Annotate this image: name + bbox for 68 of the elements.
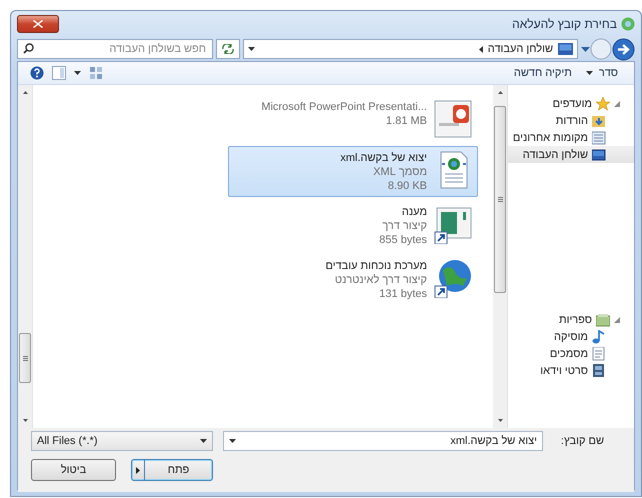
globe-shortcut-icon	[433, 258, 473, 298]
recent-places-icon	[592, 130, 606, 144]
scrollbar[interactable]	[18, 85, 33, 428]
document-icon	[592, 346, 606, 360]
library-icon	[596, 312, 610, 326]
file-name: מענה	[402, 205, 427, 219]
caret-icon	[200, 439, 207, 443]
desktop-icon	[592, 148, 606, 162]
cancel-button[interactable]: ביטול	[31, 459, 116, 481]
file-name: יצוא של בקשה.xml	[340, 151, 427, 165]
expand-arrow-icon[interactable]	[614, 100, 620, 106]
file-type: מסמך XML	[373, 165, 427, 179]
file-name-field[interactable]: יצוא של בקשה.xml	[223, 431, 543, 451]
nav-item[interactable]: מקומות אחרונים	[508, 129, 634, 146]
close-button[interactable]	[17, 15, 59, 33]
views-icon[interactable]	[89, 66, 103, 80]
file-size: 131 bytes	[379, 287, 427, 301]
file-type: קיצור דרך לאינטרנט	[334, 273, 427, 287]
nav-item[interactable]: שולחן העבודה	[508, 146, 634, 163]
folder-icon	[592, 114, 606, 128]
new-folder-button[interactable]: תיקיה חדשה	[510, 65, 576, 81]
back-button[interactable]	[612, 38, 635, 60]
help-icon[interactable]	[30, 66, 44, 80]
caret-icon	[586, 71, 593, 75]
file-type-dropdown[interactable]: All Files (*.*)	[31, 431, 213, 451]
nav-item[interactable]: ספריות	[508, 311, 634, 328]
organize-button[interactable]: סדר	[582, 65, 622, 81]
film-icon	[592, 364, 606, 378]
presentation-icon	[433, 99, 473, 139]
caret-icon[interactable]	[248, 47, 255, 51]
scrollbar[interactable]	[493, 85, 508, 428]
nav-item[interactable]: מוסיקה	[508, 328, 634, 345]
refresh-button[interactable]	[216, 39, 240, 59]
refresh-icon	[222, 44, 234, 54]
expand-arrow-icon[interactable]	[614, 316, 620, 322]
file-type: קיצור דרך	[382, 219, 427, 233]
caret-icon[interactable]	[229, 439, 236, 443]
file-name-label: שם קובץ:	[560, 435, 605, 447]
grip-icon	[22, 356, 28, 360]
file-size: 855 bytes	[379, 233, 427, 247]
caret-icon	[136, 466, 140, 474]
desktop-icon	[558, 43, 573, 55]
open-button[interactable]: פתח	[131, 459, 213, 481]
close-icon	[33, 20, 43, 28]
search-icon	[23, 43, 34, 54]
scroll-thumb[interactable]	[19, 333, 31, 383]
nav-item[interactable]: הורדות	[508, 112, 634, 129]
preview-pane-icon[interactable]	[52, 66, 66, 80]
star-icon	[596, 96, 610, 110]
file-item[interactable]: Microsoft PowerPoint Presentati... 1.81 MB	[228, 95, 478, 143]
views-caret-icon[interactable]	[74, 71, 81, 75]
nav-item[interactable]: מועדפים	[508, 95, 634, 112]
scroll-thumb[interactable]	[494, 106, 506, 293]
music-note-icon	[592, 330, 606, 344]
grip-icon	[498, 197, 502, 202]
file-size: 8.90 KB	[388, 179, 427, 193]
history-caret-icon[interactable]	[581, 46, 590, 52]
window-title: בחירת קובץ להעלאה	[512, 17, 617, 31]
file-name: מערכת נוכחות עובדים	[325, 259, 427, 273]
app-icon	[621, 17, 635, 31]
file-type: Microsoft PowerPoint Presentati...	[261, 100, 427, 114]
nav-item[interactable]: סרטי וידאו	[508, 362, 634, 379]
file-size: 1.81 MB	[386, 114, 427, 128]
address-path[interactable]: שולחן העבודה	[488, 43, 553, 55]
search-field[interactable]: חפש בשולחן העבודה	[17, 39, 213, 59]
address-field[interactable]: שולחן העבודה	[243, 39, 578, 59]
breadcrumb-arrow-icon[interactable]	[478, 46, 483, 52]
nav-item[interactable]: מסמכים	[508, 345, 634, 362]
